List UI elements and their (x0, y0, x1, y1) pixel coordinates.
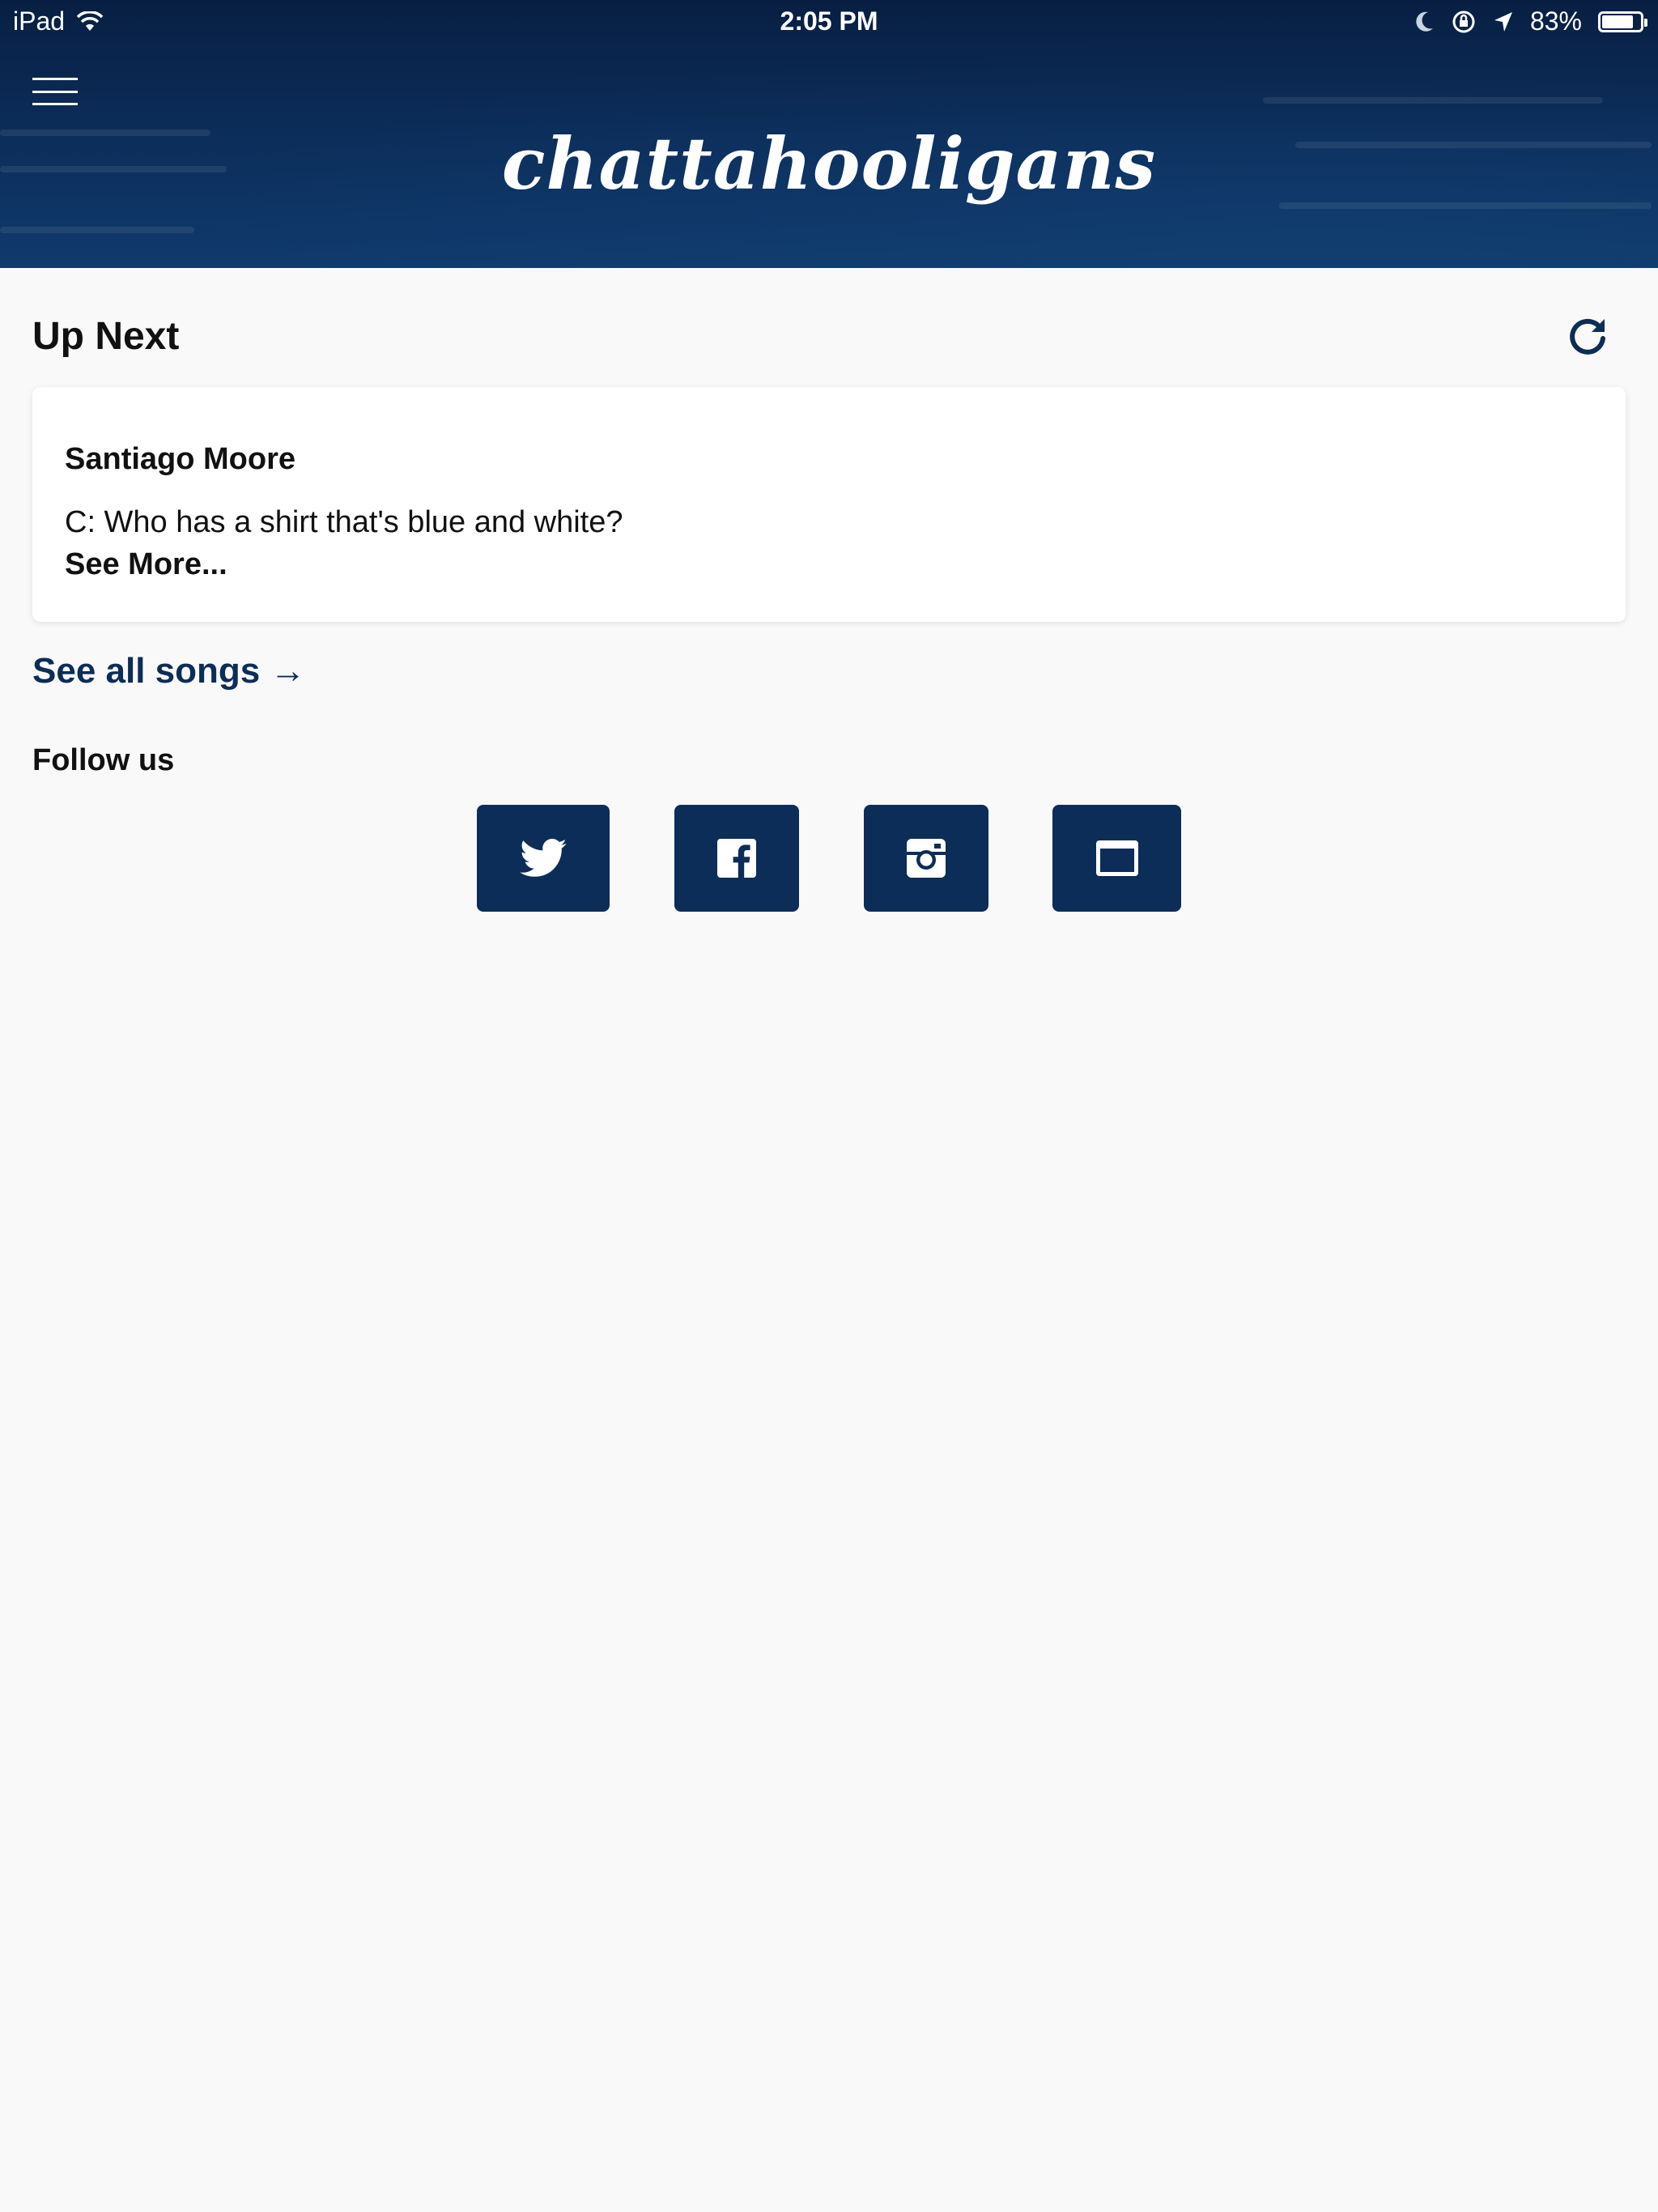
twitter-icon (520, 839, 567, 877)
refresh-icon (1570, 318, 1605, 355)
status-bar: iPad 2:05 PM 83% (0, 0, 1658, 45)
banner-streak (1263, 97, 1603, 104)
status-right: 83% (1414, 6, 1647, 36)
browser-window-icon (1095, 840, 1138, 876)
battery-percent: 83% (1529, 6, 1582, 36)
menu-button[interactable] (32, 78, 78, 105)
see-all-songs-link[interactable]: See all songs → (32, 651, 305, 691)
up-next-title: Up Next (32, 315, 180, 358)
status-time: 2:05 PM (780, 6, 878, 36)
instagram-button[interactable] (864, 805, 988, 912)
twitter-button[interactable] (477, 805, 610, 912)
song-author: Santiago Moore (65, 442, 296, 476)
see-all-songs-label: See all songs (32, 651, 261, 691)
rotation-lock-icon (1452, 11, 1475, 32)
website-button[interactable] (1052, 805, 1181, 912)
battery-icon (1598, 11, 1647, 32)
up-next-card[interactable]: Santiago Moore C: Who has a shirt that's… (32, 387, 1626, 622)
banner-streak (0, 227, 194, 233)
follow-us-title: Follow us (32, 743, 175, 777)
facebook-button[interactable] (674, 805, 799, 912)
hamburger-line (32, 78, 78, 80)
instagram-icon (907, 839, 946, 878)
refresh-button[interactable] (1566, 314, 1609, 358)
location-arrow-icon (1494, 11, 1512, 32)
facebook-icon (717, 839, 756, 878)
moon-icon (1416, 11, 1433, 32)
see-more-link[interactable]: See More... (65, 547, 227, 582)
song-lyric: C: Who has a shirt that's blue and white… (65, 505, 623, 539)
hamburger-line (32, 90, 78, 93)
battery-level (1602, 15, 1633, 28)
app-logo: chattahooligans (501, 121, 1157, 206)
arrow-right-icon: → (270, 651, 306, 691)
header-banner: iPad 2:05 PM 83% chattahooligans (0, 0, 1658, 268)
hamburger-line (32, 103, 78, 105)
